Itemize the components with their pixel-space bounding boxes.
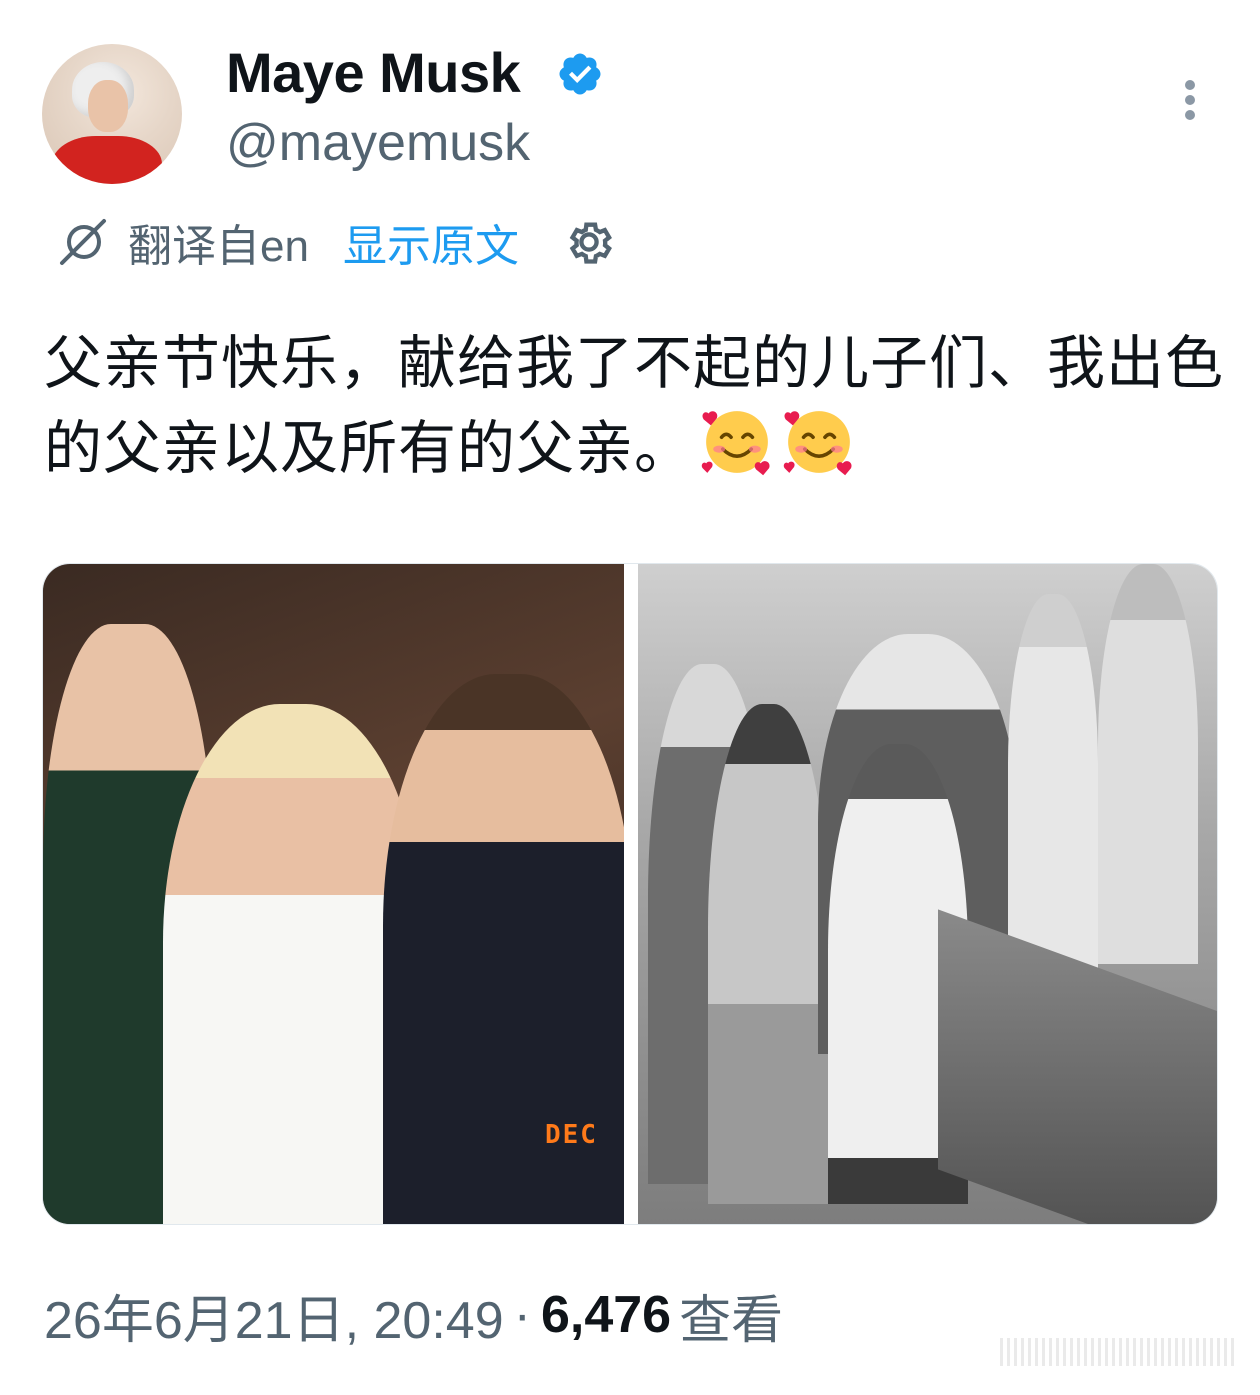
avatar-face	[88, 80, 128, 132]
author-handle[interactable]: @mayemusk	[226, 113, 530, 173]
views-label: 查看	[679, 1291, 784, 1350]
media-photo-right[interactable]	[638, 564, 1217, 1224]
tweet-timestamp[interactable]: 26年6月21日, 20:49	[44, 1278, 504, 1353]
corner-watermark	[1000, 1338, 1236, 1366]
media-photo-left[interactable]: DEC	[43, 564, 624, 1224]
more-dot-icon	[1185, 110, 1195, 120]
author-display-name[interactable]: Maye Musk	[226, 40, 521, 105]
photo-figure	[1098, 564, 1198, 964]
more-options-button[interactable]	[1170, 76, 1210, 124]
more-dot-icon	[1185, 95, 1195, 105]
translation-settings-gear-icon[interactable]	[563, 216, 615, 268]
translated-from-label: 翻译自en	[128, 222, 309, 271]
tweet-media-grid: DEC	[42, 563, 1218, 1225]
tweet-text: 父亲节快乐，献给我了不起的儿子们、我出色的父亲以及所有的父亲。	[44, 324, 1224, 489]
photo-date-stamp: DEC	[545, 1120, 598, 1150]
smiling-face-with-hearts-emoji-icon	[701, 411, 770, 476]
more-dot-icon	[1185, 80, 1195, 90]
verified-badge-icon	[559, 53, 601, 95]
photo-figure	[1008, 594, 1098, 974]
views-count[interactable]: 6,476	[541, 1285, 671, 1345]
translation-bar: 翻译自en 显示原文	[56, 212, 615, 272]
photo-figure	[708, 704, 828, 1204]
meta-separator: ·	[513, 1286, 531, 1344]
author-avatar[interactable]	[42, 44, 182, 184]
avatar-coat	[52, 136, 162, 184]
translate-icon	[60, 219, 106, 265]
tweet-meta: 26年6月21日, 20:49 · 6,476 查看	[44, 1280, 783, 1350]
smiling-face-with-hearts-emoji-icon	[783, 411, 852, 476]
show-original-link[interactable]: 显示原文	[343, 210, 519, 274]
tweet-body: 父亲节快乐，献给我了不起的儿子们、我出色的父亲以及所有的父亲。	[44, 331, 1225, 481]
